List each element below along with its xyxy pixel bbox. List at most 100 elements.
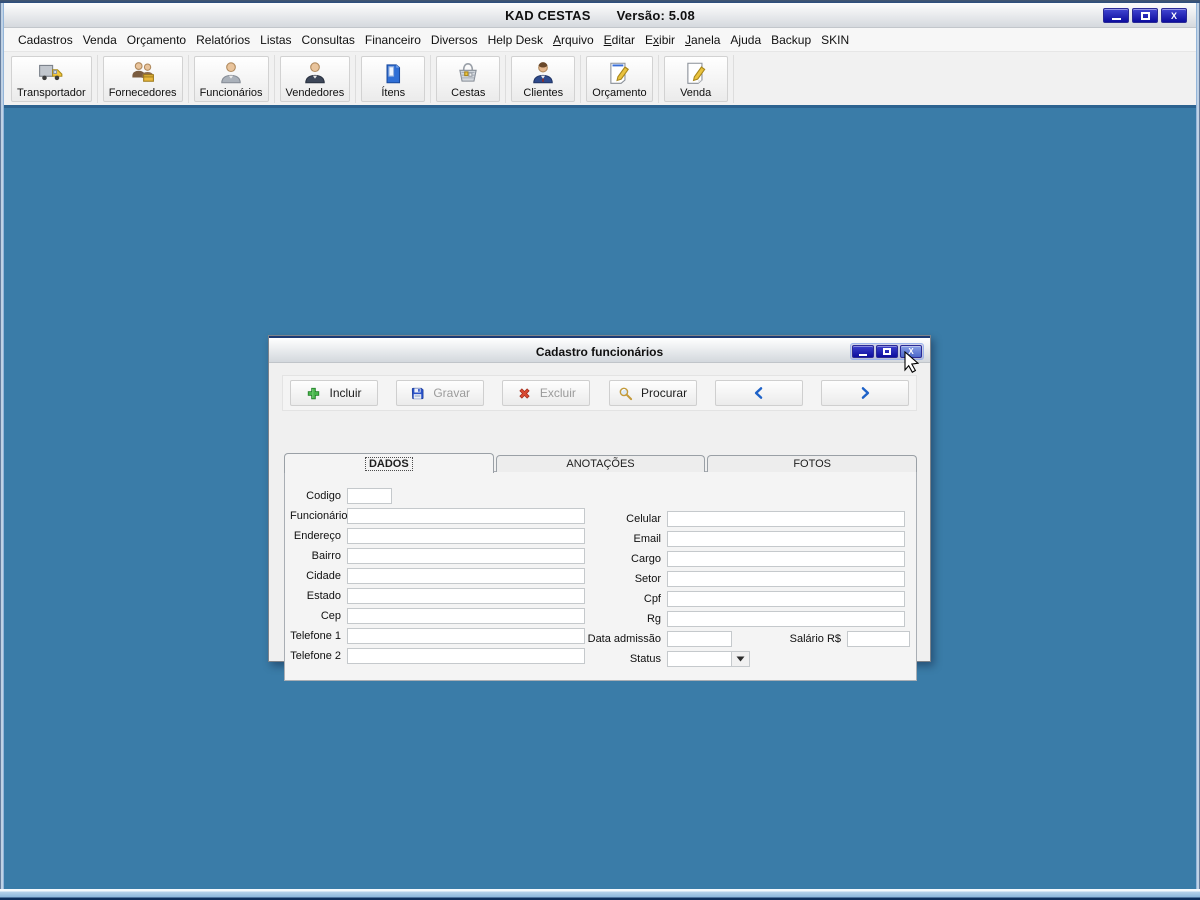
- telefone1-input[interactable]: [347, 628, 585, 644]
- dialog-minimize-button[interactable]: [852, 345, 874, 358]
- main-titlebar[interactable]: KAD CESTASVersão: 5.08 X: [4, 3, 1196, 28]
- close-icon: X: [1171, 11, 1177, 21]
- endereco-input[interactable]: [347, 528, 585, 544]
- toolbar-itens-button[interactable]: Ítens: [361, 56, 425, 102]
- funcionario-label: Funcionário: [290, 510, 347, 522]
- dialog-maximize-button[interactable]: [876, 345, 898, 358]
- menu-orcamento[interactable]: Orçamento: [122, 29, 191, 51]
- action-label: Procurar: [641, 386, 687, 400]
- toolbar: Transportador Fornecedores Funcionários …: [4, 52, 1196, 105]
- dialog-close-button[interactable]: X: [900, 345, 922, 358]
- close-icon: X: [908, 347, 913, 356]
- maximize-button[interactable]: [1132, 8, 1158, 23]
- field-row-cep: Cep: [290, 606, 592, 626]
- menu-arquivo[interactable]: Arquivo: [548, 29, 599, 51]
- menu-help-desk[interactable]: Help Desk: [483, 29, 548, 51]
- menu-relatorios[interactable]: Relatórios: [191, 29, 255, 51]
- email-input[interactable]: [667, 531, 905, 547]
- window-frame-bottom: [0, 889, 1200, 900]
- menu-backup[interactable]: Backup: [766, 29, 816, 51]
- endereco-label: Endereço: [290, 530, 347, 542]
- menu-venda[interactable]: Venda: [78, 29, 122, 51]
- suppliers-icon: [130, 60, 156, 86]
- setor-input[interactable]: [667, 571, 905, 587]
- toolbar-vendedores-button[interactable]: Vendedores: [280, 56, 351, 102]
- celular-input[interactable]: [667, 511, 905, 527]
- field-row-status: Status: [577, 649, 910, 669]
- minimize-button[interactable]: [1103, 8, 1129, 23]
- rg-label: Rg: [577, 613, 667, 625]
- data-admissao-input[interactable]: [667, 631, 732, 647]
- tab-dados[interactable]: DADOS: [284, 453, 494, 473]
- toolbar-fornecedores-button[interactable]: Fornecedores: [103, 56, 183, 102]
- form-column-left: Codigo Funcionário Endereço Bairro Cidad…: [290, 486, 592, 666]
- status-dropdown-button[interactable]: [732, 651, 750, 667]
- status-input[interactable]: [667, 651, 732, 667]
- menubar: Cadastros Venda Orçamento Relatórios Lis…: [4, 28, 1196, 52]
- toolbar-separator: [97, 55, 98, 103]
- quote-icon: [606, 60, 632, 86]
- items-icon: [380, 60, 406, 86]
- excluir-button[interactable]: Excluir: [502, 380, 590, 406]
- cpf-input[interactable]: [667, 591, 905, 607]
- toolbar-clientes-button[interactable]: Clientes: [511, 56, 575, 102]
- window-title: KAD CESTASVersão: 5.08: [4, 8, 1196, 23]
- rg-input[interactable]: [667, 611, 905, 627]
- menu-listas[interactable]: Listas: [255, 29, 296, 51]
- menu-consultas[interactable]: Consultas: [297, 29, 360, 51]
- toolbar-button-label: Fornecedores: [109, 87, 177, 99]
- toolbar-separator: [505, 55, 506, 103]
- field-row-cpf: Cpf: [577, 589, 910, 609]
- codigo-input[interactable]: [347, 488, 392, 504]
- salario-input[interactable]: [847, 631, 910, 647]
- menu-cadastros[interactable]: Cadastros: [13, 29, 78, 51]
- menu-diversos[interactable]: Diversos: [426, 29, 483, 51]
- field-row-data-admissao: Data admissão Salário R$: [577, 629, 910, 649]
- plus-icon: [306, 386, 321, 401]
- cpf-label: Cpf: [577, 593, 667, 605]
- toolbar-cestas-button[interactable]: Cestas: [436, 56, 500, 102]
- close-button[interactable]: X: [1161, 8, 1187, 23]
- previous-record-button[interactable]: [715, 380, 803, 406]
- cidade-input[interactable]: [347, 568, 585, 584]
- field-row-rg: Rg: [577, 609, 910, 629]
- toolbar-separator: [188, 55, 189, 103]
- procurar-button[interactable]: Procurar: [609, 380, 697, 406]
- field-row-cargo: Cargo: [577, 549, 910, 569]
- cep-input[interactable]: [347, 608, 585, 624]
- menu-editar[interactable]: Editar: [599, 29, 640, 51]
- toolbar-button-label: Clientes: [523, 87, 563, 99]
- menu-ajuda[interactable]: Ajuda: [725, 29, 766, 51]
- toolbar-venda-button[interactable]: Venda: [664, 56, 728, 102]
- basket-icon: [455, 60, 481, 86]
- toolbar-transportador-button[interactable]: Transportador: [11, 56, 92, 102]
- toolbar-funcionarios-button[interactable]: Funcionários: [194, 56, 269, 102]
- field-row-cidade: Cidade: [290, 566, 592, 586]
- status-label: Status: [577, 653, 667, 665]
- field-row-setor: Setor: [577, 569, 910, 589]
- menu-exibir[interactable]: Exibir: [640, 29, 680, 51]
- funcionario-input[interactable]: [347, 508, 585, 524]
- telefone2-input[interactable]: [347, 648, 585, 664]
- incluir-button[interactable]: Incluir: [290, 380, 378, 406]
- menu-janela[interactable]: Janela: [680, 29, 725, 51]
- cadastro-funcionarios-dialog: Cadastro funcionários X Incluir Gravar: [268, 335, 931, 662]
- tab-fotos[interactable]: FOTOS: [707, 455, 917, 472]
- tab-anotacoes[interactable]: ANOTAÇÕES: [496, 455, 706, 472]
- cargo-input[interactable]: [667, 551, 905, 567]
- gravar-button[interactable]: Gravar: [396, 380, 484, 406]
- cep-label: Cep: [290, 610, 347, 622]
- toolbar-button-label: Venda: [680, 87, 711, 99]
- toolbar-button-label: Cestas: [451, 87, 485, 99]
- field-row-codigo: Codigo: [290, 486, 592, 506]
- email-label: Email: [577, 533, 667, 545]
- bairro-input[interactable]: [347, 548, 585, 564]
- menu-skin[interactable]: SKIN: [816, 29, 854, 51]
- next-record-button[interactable]: [821, 380, 909, 406]
- toolbar-button-label: Orçamento: [592, 87, 646, 99]
- menu-financeiro[interactable]: Financeiro: [360, 29, 426, 51]
- dialog-titlebar[interactable]: Cadastro funcionários X: [269, 336, 930, 363]
- toolbar-orcamento-button[interactable]: Orçamento: [586, 56, 652, 102]
- field-row-celular: Celular: [577, 509, 910, 529]
- estado-input[interactable]: [347, 588, 585, 604]
